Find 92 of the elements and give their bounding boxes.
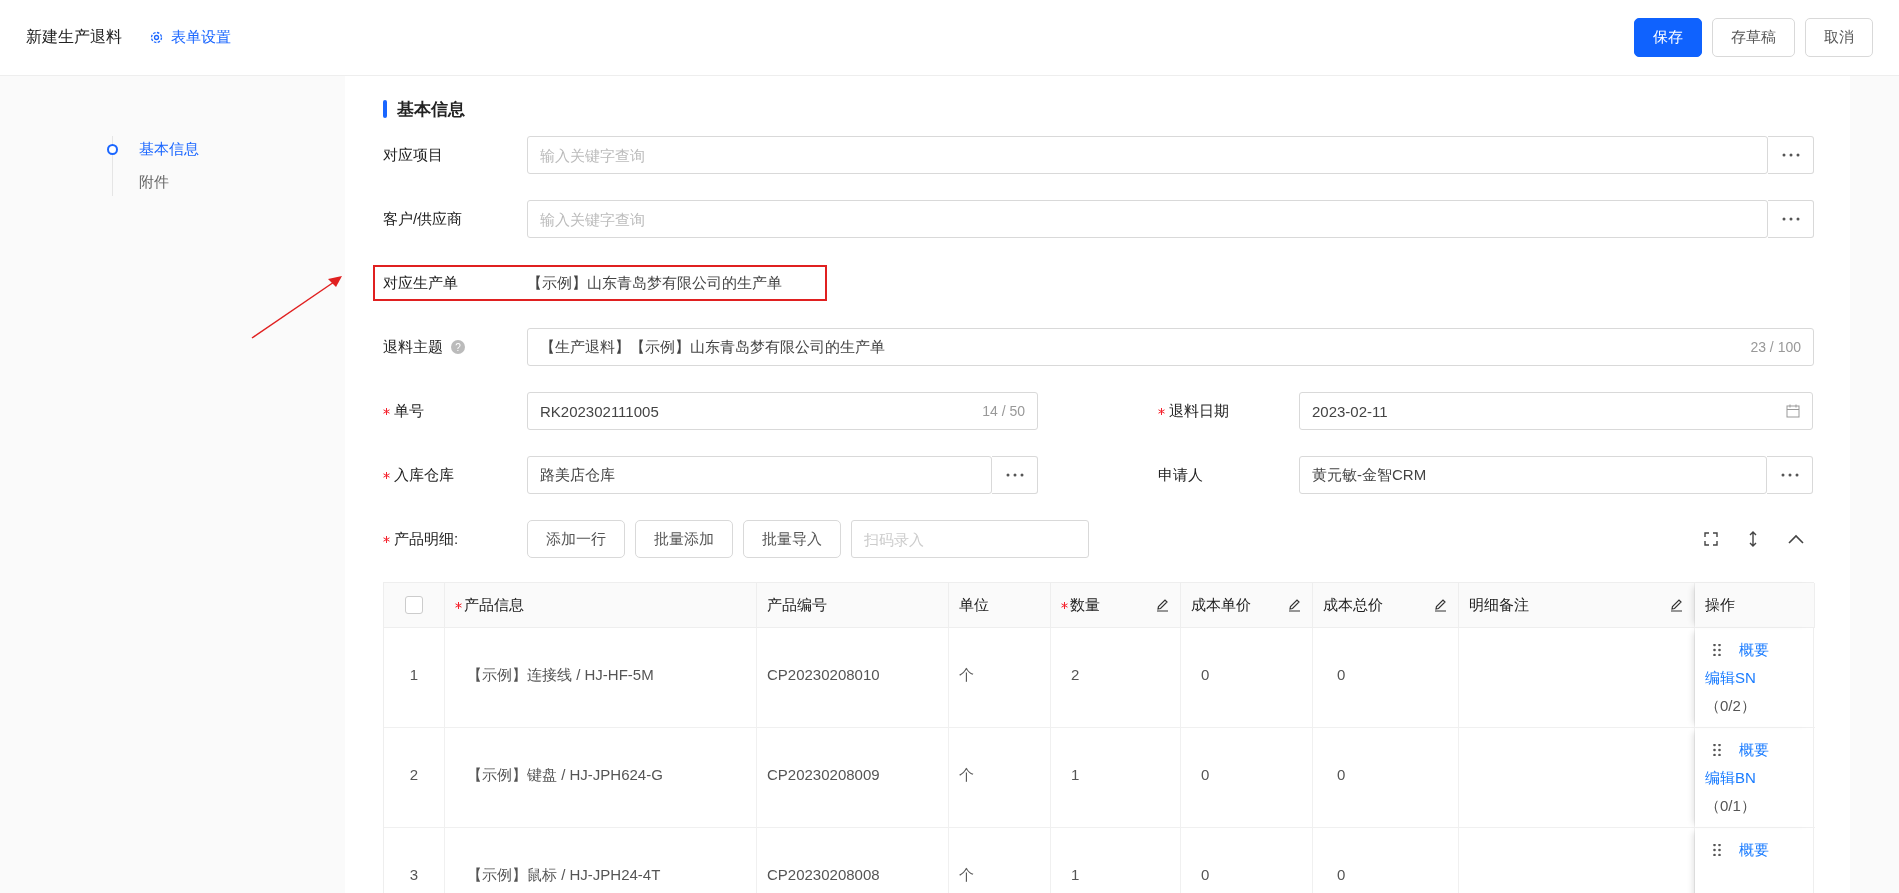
more-icon	[1781, 217, 1800, 221]
field-label: 产品编号	[767, 595, 827, 615]
lookup-field[interactable]: 输入关键字查询	[527, 200, 1768, 238]
toolbar-button[interactable]: 批量导入	[743, 520, 841, 558]
lookup-field[interactable]: 输入关键字查询	[527, 136, 1768, 174]
section-marker	[383, 100, 387, 118]
edit-icon[interactable]	[1156, 598, 1170, 612]
edit-serial-link[interactable]: 编辑BN	[1705, 769, 1756, 786]
field-label: 单位	[959, 595, 989, 615]
summary-link[interactable]: 概要	[1739, 736, 1769, 764]
table-cell: 【示例】鼠标 / HJ-JPH24-4T	[445, 828, 757, 893]
edit-serial-link[interactable]: 编辑SN	[1705, 669, 1756, 686]
save-button[interactable]: 保存	[1634, 18, 1702, 57]
table-cell: 个	[949, 728, 1051, 828]
table-cell: CP20230208010	[757, 628, 949, 728]
page-title: 新建生产退料	[26, 27, 122, 47]
text-input[interactable]: 2023-02-11	[1312, 399, 1786, 423]
more-icon	[1005, 473, 1024, 477]
drag-handle-icon[interactable]	[1713, 744, 1721, 756]
calendar-icon[interactable]	[1786, 404, 1800, 418]
table-cell: 个	[949, 828, 1051, 893]
field-value: 【示例】山东青岛梦有限公司的生产单	[527, 273, 782, 293]
field-label: 对应生产单	[383, 273, 458, 293]
field-label: 单号	[394, 401, 424, 421]
table-cell: 个	[949, 628, 1051, 728]
field-label: 成本单价	[1191, 595, 1251, 615]
table-cell: 【示例】键盘 / HJ-JPH624-G	[445, 728, 757, 828]
form-settings-link[interactable]: 表单设置	[150, 28, 231, 47]
drag-handle-icon[interactable]	[1713, 644, 1721, 656]
table-cell: 0	[1181, 728, 1313, 828]
serial-count: （0/2）	[1705, 697, 1756, 714]
text-input[interactable]: 路美店仓库	[540, 463, 979, 487]
lookup-field[interactable]: 黄元敏-金智CRM	[1299, 456, 1767, 494]
lookup-field[interactable]: 路美店仓库	[527, 456, 992, 494]
edit-icon[interactable]	[1434, 598, 1448, 612]
table-cell: 0	[1181, 628, 1313, 728]
header-button[interactable]: 取消	[1805, 18, 1873, 57]
header-button[interactable]: 存草稿	[1712, 18, 1795, 57]
row-number: 3	[384, 828, 445, 893]
table-cell: 0	[1313, 728, 1459, 828]
field-label: 客户/供应商	[383, 209, 463, 229]
select-all-checkbox[interactable]	[405, 596, 423, 614]
serial-count: （0/1）	[1705, 797, 1756, 814]
text-input[interactable]: 输入关键字查询	[540, 143, 1755, 167]
field-label: 明细备注	[1469, 595, 1529, 615]
row-number: 1	[384, 628, 445, 728]
toolbar-button[interactable]: 批量添加	[635, 520, 733, 558]
table-cell: 0	[1181, 828, 1313, 893]
row-number: 2	[384, 728, 445, 828]
field-label: 对应项目	[383, 145, 443, 165]
section-title: 基本信息	[397, 98, 465, 121]
text-input[interactable]: 【生产退料】【示例】山东青岛梦有限公司的生产单	[540, 335, 1743, 359]
table-cell: CP20230208008	[757, 828, 949, 893]
nav-item[interactable]: 基本信息	[139, 140, 345, 159]
table-cell: 0	[1313, 628, 1459, 728]
field-label: 成本总价	[1323, 595, 1383, 615]
fullscreen-icon[interactable]	[1704, 532, 1718, 546]
field-label: 操作	[1705, 595, 1735, 615]
field-label: 数量	[1070, 595, 1100, 615]
text-input[interactable]: RK202302111005	[540, 399, 975, 423]
toolbar-button[interactable]: 添加一行	[527, 520, 625, 558]
table-cell: 0	[1313, 828, 1459, 893]
field-label: 产品信息	[464, 595, 524, 615]
table-cell: 1	[1051, 728, 1181, 828]
settings-icon	[150, 31, 163, 44]
date-field[interactable]: 2023-02-11	[1299, 392, 1813, 430]
table-cell: 2	[1051, 628, 1181, 728]
char-counter: 23 / 100	[1750, 339, 1801, 355]
nav-item[interactable]: 附件	[139, 173, 345, 192]
collapse-icon[interactable]	[1788, 534, 1804, 544]
field-label: 入库仓库	[394, 465, 454, 485]
edit-icon[interactable]	[1288, 598, 1302, 612]
field-label: 退料日期	[1169, 401, 1229, 421]
text-field[interactable]: RK202302111005 14 / 50	[527, 392, 1038, 430]
table-cell: 1	[1051, 828, 1181, 893]
field-label: 退料主题	[383, 337, 443, 357]
active-dot-icon	[107, 144, 118, 155]
field-label: 申请人	[1158, 465, 1203, 485]
table-cell: CP20230208009	[757, 728, 949, 828]
summary-link[interactable]: 概要	[1739, 836, 1769, 864]
row-height-icon[interactable]	[1748, 531, 1758, 547]
summary-link[interactable]: 概要	[1739, 636, 1769, 664]
text-input[interactable]: 输入关键字查询	[540, 207, 1755, 231]
drag-handle-icon[interactable]	[1713, 844, 1721, 856]
more-icon	[1780, 473, 1799, 477]
field-label: 产品明细:	[394, 529, 459, 549]
table-cell: 【示例】连接线 / HJ-HF-5M	[445, 628, 757, 728]
text-input[interactable]: 黄元敏-金智CRM	[1312, 463, 1754, 487]
edit-icon[interactable]	[1670, 598, 1684, 612]
char-counter: 14 / 50	[982, 403, 1025, 419]
text-field[interactable]: 【生产退料】【示例】山东青岛梦有限公司的生产单 23 / 100	[527, 328, 1814, 366]
more-icon	[1781, 153, 1800, 157]
